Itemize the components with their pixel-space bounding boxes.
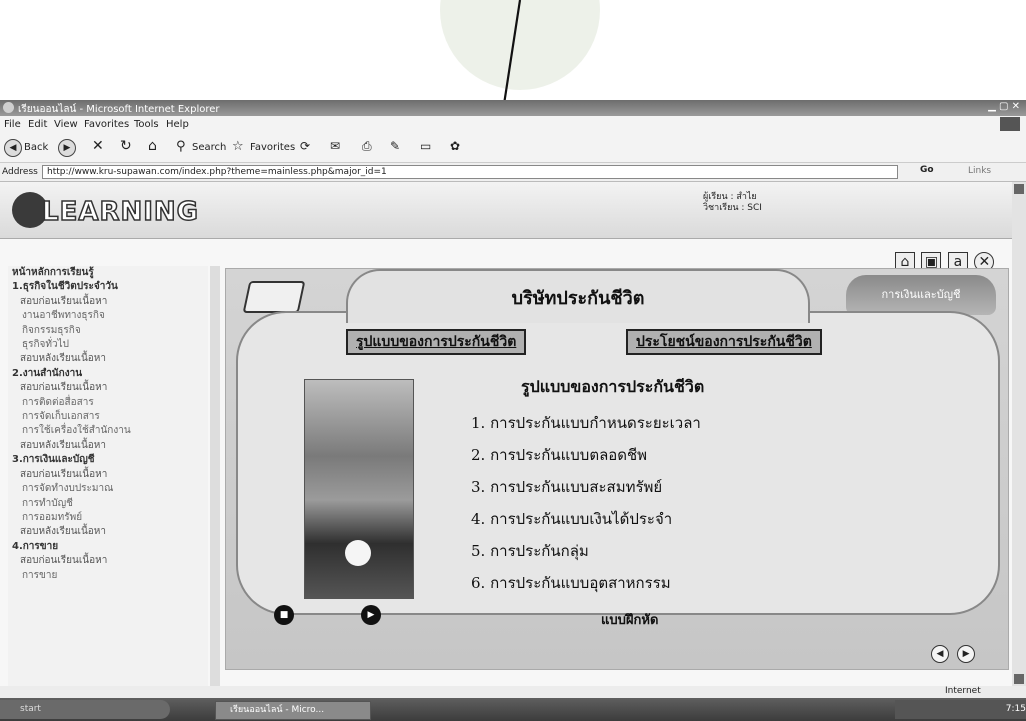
sidebar-item[interactable]: งานอาชีพทางธุรกิจ <box>8 309 208 323</box>
sidebar-item[interactable]: การติดต่อสื่อสาร <box>8 396 208 410</box>
system-tray: 7:15 <box>895 700 1026 719</box>
menu-edit[interactable]: Edit <box>28 119 47 130</box>
stop-icon[interactable]: ✕ <box>92 138 104 154</box>
play-icon[interactable]: ▶ <box>361 605 381 625</box>
history-icon[interactable]: ⟳ <box>300 139 310 153</box>
sidebar-item[interactable]: สอบก่อนเรียนเนื้อหา <box>8 468 208 482</box>
menu-file[interactable]: File <box>4 119 21 130</box>
forms-tab-button[interactable]: รูปแบบของการประกันชีวิต <box>346 329 527 355</box>
go-button[interactable]: Go <box>920 165 934 175</box>
title-tab: บริษัทประกันชีวิต <box>346 269 810 323</box>
page-scrollbar[interactable] <box>1012 182 1026 686</box>
book-icon <box>242 281 306 313</box>
search-button[interactable]: Search <box>192 142 226 153</box>
list-item: 5. การประกันกลุ่ม <box>471 542 589 560</box>
edit-icon[interactable]: ✎ <box>390 139 400 153</box>
insurance-types-list: 1. การประกันแบบกำหนดระยะเวลา 2. การประกั… <box>471 407 891 599</box>
photo-highlight <box>345 540 371 566</box>
mail-icon[interactable]: ✉ <box>330 139 340 153</box>
status-bar: Internet <box>0 686 1026 698</box>
print-icon[interactable]: ⎙ <box>362 139 372 154</box>
home-icon[interactable]: ⌂ <box>148 138 157 154</box>
sidebar-item[interactable]: 2.งานสำนักงาน <box>8 367 208 381</box>
list-item: 3. การประกันแบบสะสมทรัพย์ <box>471 478 663 496</box>
messenger-icon[interactable]: ✿ <box>450 139 460 153</box>
sidebar-item[interactable]: 3.การเงินและบัญชี <box>8 453 208 467</box>
browser-titlebar: เรียนออนไลน์ - Microsoft Internet Explor… <box>0 100 1026 116</box>
user-name: ผู้เรียน : สำไย <box>703 192 757 202</box>
sidebar-item[interactable]: ธุรกิจทั่วไป <box>8 338 208 352</box>
forward-arrow-icon[interactable]: ▶ <box>58 139 76 157</box>
menu-favorites[interactable]: Favorites <box>84 119 129 130</box>
links-label[interactable]: Links <box>968 166 991 176</box>
user-info: ผู้เรียน : สำไย วิชาเรียน : SCI <box>703 192 762 214</box>
practice-link[interactable]: แบบฝึกหัด <box>601 609 658 630</box>
scroll-down-icon[interactable] <box>1014 674 1024 684</box>
site-logo[interactable]: LEARNING <box>41 196 199 228</box>
taskbar-item[interactable]: เรียนออนไลน์ - Micro... <box>215 701 371 720</box>
search-icon[interactable]: ⚲ <box>176 139 186 154</box>
window-title: เรียนออนไลน์ - Microsoft Internet Explor… <box>18 104 220 115</box>
address-bar: Address http://www.kru-supawan.com/index… <box>0 163 1026 182</box>
window-controls[interactable]: ▁ ▢ ✕ <box>988 101 1020 112</box>
sidebar-scrollbar[interactable] <box>210 266 220 686</box>
list-item: 1. การประกันแบบกำหนดระยะเวลา <box>471 414 701 432</box>
taskbar: start เรียนออนไลน์ - Micro... 7:15 <box>0 698 1026 721</box>
windows-flag-icon <box>1000 117 1020 131</box>
refresh-icon[interactable]: ↻ <box>120 138 132 154</box>
back-arrow-icon[interactable]: ◀ <box>4 139 22 157</box>
page-nav: ◀ ▶ <box>931 641 978 663</box>
menu-tools[interactable]: Tools <box>134 119 159 130</box>
prev-page-icon[interactable]: ◀ <box>931 645 949 663</box>
scroll-up-icon[interactable] <box>1014 184 1024 194</box>
sidebar-item[interactable]: การขาย <box>8 569 208 583</box>
internet-zone: Internet <box>945 686 981 696</box>
clock: 7:15 <box>1005 704 1026 714</box>
browser-toolbar: ◀ Back ▶ ✕ ↻ ⌂ ⚲ Search ☆ Favorites ⟳ ✉ … <box>0 134 1026 163</box>
sidebar-item[interactable]: 4.การขาย <box>8 540 208 554</box>
sidebar-item[interactable]: การจัดทำงบประมาณ <box>8 482 208 496</box>
sidebar-item[interactable]: สอบหลังเรียนเนื้อหา <box>8 439 208 453</box>
list-item: 6. การประกันแบบอุตสาหกรรม <box>471 574 671 592</box>
subject-name: วิชาเรียน : SCI <box>703 203 762 213</box>
address-label: Address <box>2 167 38 177</box>
sidebar-item[interactable]: กิจกรรมธุรกิจ <box>8 324 208 338</box>
next-page-icon[interactable]: ▶ <box>957 645 976 663</box>
start-button[interactable]: start <box>0 700 170 719</box>
lesson-panel: การเงินและบัญชี บริษัทประกันชีวิต รูปแบบ… <box>225 268 1009 670</box>
list-heading: รูปแบบของการประกันชีวิต <box>521 377 705 396</box>
stop-icon[interactable]: ■ <box>274 605 294 625</box>
sidebar-item[interactable]: สอบก่อนเรียนเนื้อหา <box>8 295 208 309</box>
favorites-star-icon[interactable]: ☆ <box>232 139 244 154</box>
back-button[interactable]: Back <box>24 142 48 153</box>
list-item: 2. การประกันแบบตลอดชีพ <box>471 446 648 464</box>
section-tab[interactable]: การเงินและบัญชี <box>846 275 996 315</box>
sidebar-item[interactable]: สอบหลังเรียนเนื้อหา <box>8 352 208 366</box>
list-item: 4. การประกันแบบเงินได้ประจำ <box>471 510 673 528</box>
menu-help[interactable]: Help <box>166 119 189 130</box>
sidebar-item[interactable]: หน้าหลักการเรียนรู้ <box>8 266 208 280</box>
sidebar-item[interactable]: สอบหลังเรียนเนื้อหา <box>8 525 208 539</box>
site-header: LEARNING ผู้เรียน : สำไย วิชาเรียน : SCI <box>0 182 1012 239</box>
favorites-button[interactable]: Favorites <box>250 142 295 153</box>
sidebar-item[interactable]: สอบก่อนเรียนเนื้อหา <box>8 381 208 395</box>
benefits-tab-button[interactable]: ประโยชน์ของการประกันชีวิต <box>626 329 822 355</box>
sidebar-item[interactable]: สอบก่อนเรียนเนื้อหา <box>8 554 208 568</box>
menu-bar: File Edit View Favorites Tools Help <box>0 116 1026 134</box>
sidebar-item[interactable]: การทำบัญชี <box>8 497 208 511</box>
lesson-photo <box>304 379 414 599</box>
ie-icon <box>3 102 14 113</box>
sidebar-menu: หน้าหลักการเรียนรู้ 1.ธุรกิจในชีวิตประจำ… <box>8 266 208 686</box>
watermark-logo <box>440 0 600 90</box>
sidebar-item[interactable]: 1.ธุรกิจในชีวิตประจำวัน <box>8 280 208 294</box>
sidebar-item[interactable]: การใช้เครื่องใช้สำนักงาน <box>8 424 208 438</box>
web-page: LEARNING ผู้เรียน : สำไย วิชาเรียน : SCI… <box>0 182 1012 686</box>
sidebar-item[interactable]: การจัดเก็บเอกสาร <box>8 410 208 424</box>
discuss-icon[interactable]: ▭ <box>420 139 431 153</box>
menu-view[interactable]: View <box>54 119 78 130</box>
url-field[interactable]: http://www.kru-supawan.com/index.php?the… <box>42 165 898 179</box>
lesson-title: บริษัทประกันชีวิต <box>511 288 645 309</box>
sidebar-item[interactable]: การออมทรัพย์ <box>8 511 208 525</box>
